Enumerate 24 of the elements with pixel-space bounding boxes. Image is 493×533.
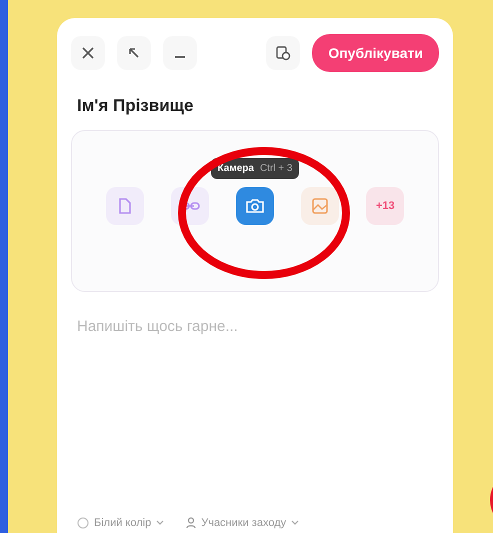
link-button[interactable] (170, 187, 209, 225)
minimize-icon (175, 56, 185, 58)
color-swatch-icon (77, 517, 89, 529)
camera-button[interactable] (236, 187, 274, 225)
close-icon (81, 46, 95, 60)
audience-select[interactable]: Учасники заходу (184, 515, 302, 531)
image-icon (311, 197, 330, 215)
color-select[interactable]: Білий колір (75, 515, 166, 531)
chevron-down-icon (291, 520, 300, 526)
diagonal-arrow-icon (127, 46, 141, 60)
tooltip-shortcut: Ctrl + 3 (260, 163, 292, 174)
person-icon (186, 517, 196, 529)
camera-icon (244, 197, 265, 215)
image-button[interactable] (301, 187, 340, 225)
close-button[interactable] (71, 36, 105, 70)
file-button[interactable] (106, 187, 144, 225)
author-name: Ім'я Прізвище (77, 96, 194, 116)
more-attachments-button[interactable]: +13 (366, 187, 404, 225)
expand-button[interactable] (117, 36, 151, 70)
publish-button[interactable]: Опублікувати (312, 34, 439, 72)
document-clock-icon (275, 45, 292, 61)
chevron-down-icon (156, 520, 164, 526)
drafts-button[interactable] (266, 36, 300, 70)
tooltip-label: Камера (218, 163, 254, 174)
